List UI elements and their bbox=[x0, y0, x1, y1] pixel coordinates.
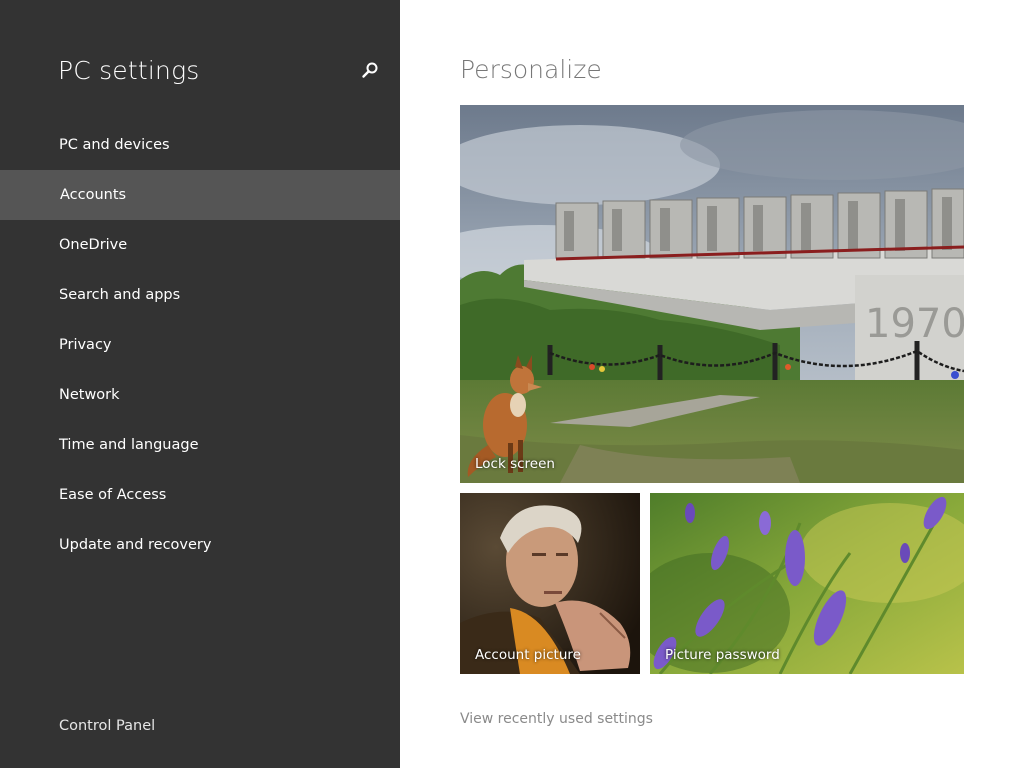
sidebar-item-privacy[interactable]: Privacy bbox=[0, 320, 400, 370]
sidebar-nav: PC and devices Accounts OneDrive Search … bbox=[0, 120, 400, 570]
account-picture-label: Account picture bbox=[475, 647, 581, 663]
lock-screen-label: Lock screen bbox=[475, 456, 555, 472]
search-icon bbox=[362, 62, 378, 78]
sidebar-item-update-and-recovery[interactable]: Update and recovery bbox=[0, 520, 400, 570]
sidebar-item-pc-and-devices[interactable]: PC and devices bbox=[0, 120, 400, 170]
sidebar-item-search-and-apps[interactable]: Search and apps bbox=[0, 270, 400, 320]
content-pane: Personalize 1970 Lock screen Account pic… bbox=[400, 0, 1024, 768]
lock-screen-tile[interactable]: 1970 Lock screen bbox=[460, 105, 964, 483]
sidebar-item-network[interactable]: Network bbox=[0, 370, 400, 420]
picture-password-label: Picture password bbox=[665, 647, 780, 663]
search-button[interactable] bbox=[360, 60, 380, 80]
app-title: PC settings bbox=[58, 56, 200, 85]
sidebar: PC settings PC and devices Accounts OneD… bbox=[0, 0, 400, 768]
sidebar-item-time-and-language[interactable]: Time and language bbox=[0, 420, 400, 470]
monument-year-text: 1970 bbox=[865, 301, 964, 347]
page-title: Personalize bbox=[460, 55, 602, 84]
sidebar-item-ease-of-access[interactable]: Ease of Access bbox=[0, 470, 400, 520]
sidebar-item-accounts[interactable]: Accounts bbox=[0, 170, 400, 220]
view-recent-settings-link[interactable]: View recently used settings bbox=[460, 711, 653, 727]
control-panel-link[interactable]: Control Panel bbox=[59, 718, 155, 734]
account-picture-tile[interactable]: Account picture bbox=[460, 493, 640, 674]
lock-screen-image: 1970 bbox=[460, 105, 964, 483]
picture-password-tile[interactable]: Picture password bbox=[650, 493, 964, 674]
sidebar-item-onedrive[interactable]: OneDrive bbox=[0, 220, 400, 270]
